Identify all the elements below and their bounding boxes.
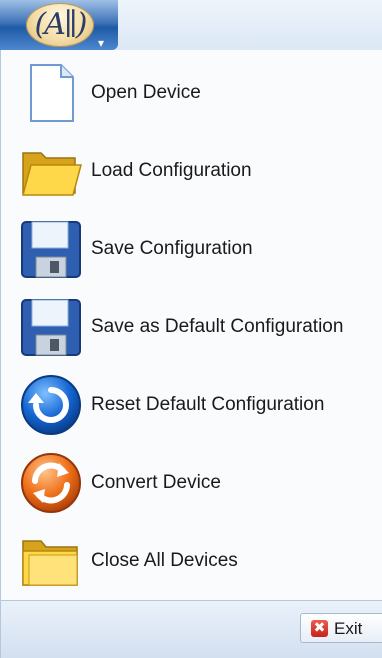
menu-item-label: Load Configuration xyxy=(91,160,252,181)
floppy-disk-icon xyxy=(19,295,83,359)
close-icon: ✖ xyxy=(311,620,328,637)
chevron-down-icon: ▾ xyxy=(98,36,105,50)
menu-item-save-configuration[interactable]: Save Configuration xyxy=(1,210,382,288)
folder-open-icon xyxy=(19,139,83,203)
application-button-bar: (A∥) ▾ xyxy=(0,0,382,50)
menu-item-label: Save Configuration xyxy=(91,238,253,259)
menu-item-reset-default-configuration[interactable]: Reset Default Configuration xyxy=(1,366,382,444)
convert-icon xyxy=(19,451,83,515)
floppy-disk-icon xyxy=(19,217,83,281)
menu-item-label: Close All Devices xyxy=(91,550,238,571)
menu-item-save-as-default-configuration[interactable]: Save as Default Configuration xyxy=(1,288,382,366)
document-icon xyxy=(19,61,83,125)
folder-icon xyxy=(19,529,83,593)
menu-list: Open Device Load Configuration Save Conf… xyxy=(1,54,382,600)
menu-item-close-all-devices[interactable]: Close All Devices xyxy=(1,522,382,600)
reset-icon xyxy=(19,373,83,437)
application-menu-panel: Open Device Load Configuration Save Conf… xyxy=(0,50,382,600)
menu-item-label: Open Device xyxy=(91,82,201,103)
menu-item-load-configuration[interactable]: Load Configuration xyxy=(1,132,382,210)
app-logo-icon: (A∥) xyxy=(26,3,94,47)
menu-item-convert-device[interactable]: Convert Device xyxy=(1,444,382,522)
menu-item-label: Save as Default Configuration xyxy=(91,316,344,337)
menu-item-label: Reset Default Configuration xyxy=(91,394,325,415)
menu-footer: ✖ Exit xyxy=(0,600,382,658)
application-menu-button[interactable]: (A∥) ▾ xyxy=(0,0,118,50)
exit-label: Exit xyxy=(334,619,363,638)
menu-item-label: Convert Device xyxy=(91,472,221,493)
menu-item-open-device[interactable]: Open Device xyxy=(1,54,382,132)
exit-button[interactable]: ✖ Exit xyxy=(300,613,382,643)
